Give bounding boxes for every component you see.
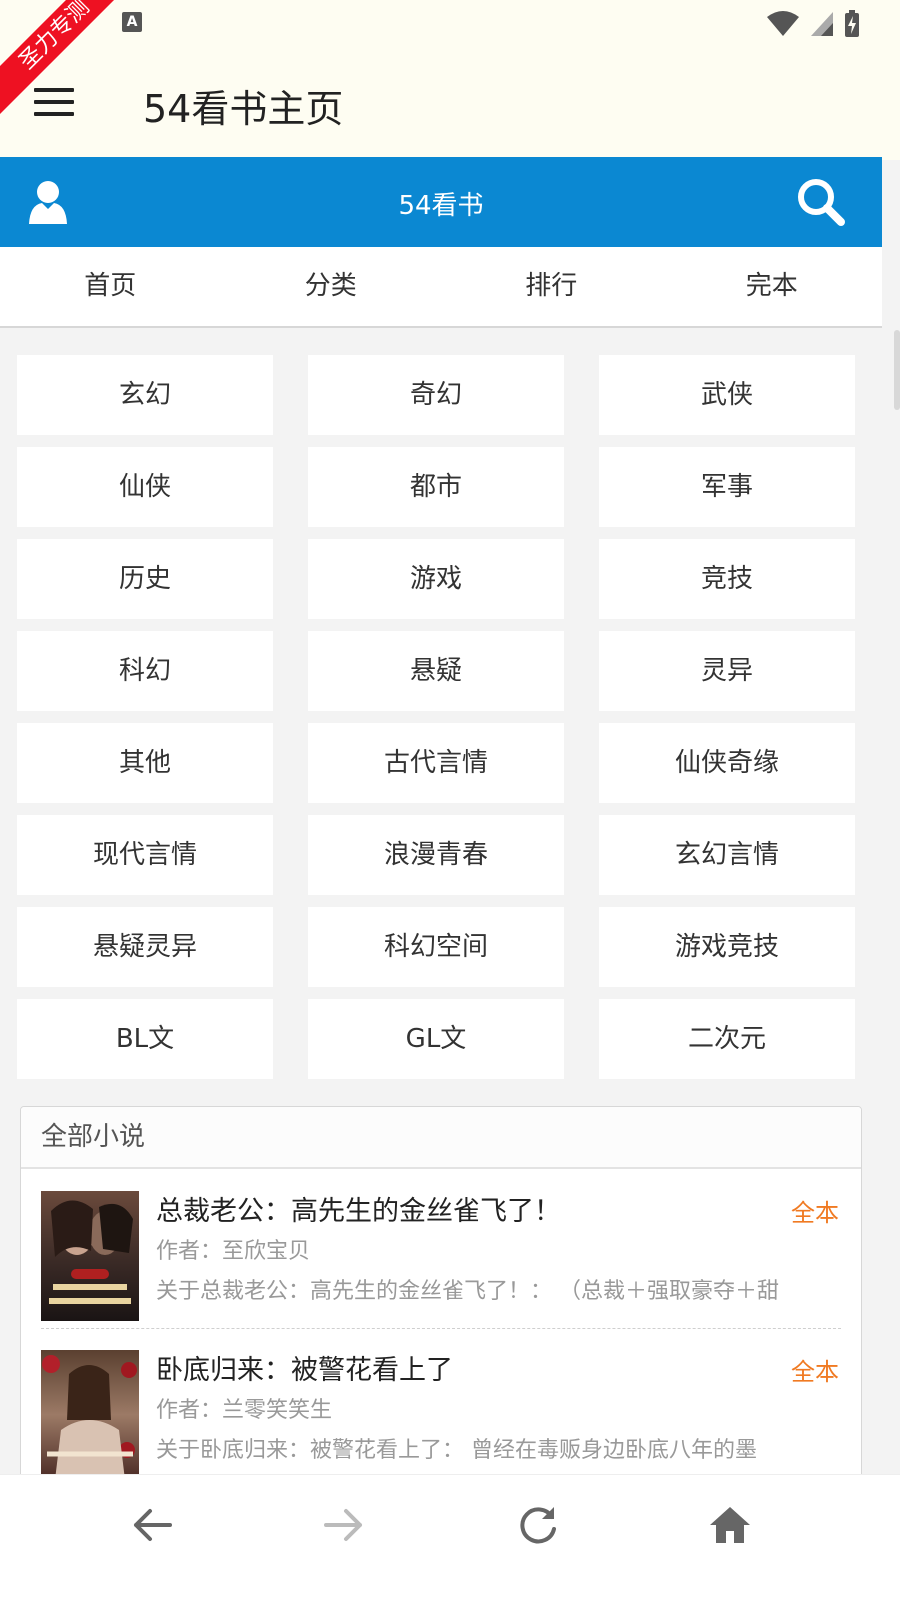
book-author: 作者：至欣宝贝 bbox=[156, 1239, 311, 1264]
category-button[interactable]: 灵异 bbox=[599, 631, 855, 711]
book-item[interactable]: 卧底归来：被警花看上了 全本 作者：兰零笑笑生 关于卧底归来：被警花看上了： 曾… bbox=[41, 1348, 841, 1488]
category-button[interactable]: 都市 bbox=[308, 447, 564, 527]
nav-item-rank[interactable]: 排行 bbox=[441, 247, 662, 326]
book-title[interactable]: 卧底归来：被警花看上了 bbox=[156, 1348, 453, 1387]
a-icon: A bbox=[122, 12, 142, 32]
category-button[interactable]: 悬疑灵异 bbox=[17, 907, 273, 987]
category-button[interactable]: 悬疑 bbox=[308, 631, 564, 711]
novel-list-panel: 全部小说 总裁老公：高先生的金丝雀飞了！ 全本 作者：至欣宝贝 关于总裁老公：高… bbox=[20, 1106, 862, 1526]
book-status-badge: 全本 bbox=[791, 1358, 839, 1386]
category-button[interactable]: 游戏竞技 bbox=[599, 907, 855, 987]
panel-title: 全部小说 bbox=[21, 1107, 861, 1169]
nav-item-category[interactable]: 分类 bbox=[221, 247, 442, 326]
app-title: 54看书主页 bbox=[143, 87, 344, 131]
back-arrow-icon[interactable] bbox=[130, 1503, 174, 1547]
book-item[interactable]: 总裁老公：高先生的金丝雀飞了！ 全本 作者：至欣宝贝 关于总裁老公：高先生的金丝… bbox=[41, 1189, 841, 1329]
book-author: 作者：兰零笑笑生 bbox=[156, 1398, 333, 1423]
category-button[interactable]: 其他 bbox=[17, 723, 273, 803]
category-button[interactable]: 玄幻 bbox=[17, 355, 273, 435]
category-button[interactable]: 仙侠 bbox=[17, 447, 273, 527]
category-button[interactable]: 武侠 bbox=[599, 355, 855, 435]
app-bar: 54看书主页 bbox=[0, 50, 900, 160]
battery-icon bbox=[845, 10, 859, 37]
category-button[interactable]: 现代言情 bbox=[17, 815, 273, 895]
category-button[interactable]: GL文 bbox=[308, 999, 564, 1079]
site-header: 54看书 bbox=[0, 157, 882, 247]
nav-item-complete[interactable]: 完本 bbox=[662, 247, 883, 326]
home-icon[interactable] bbox=[708, 1503, 752, 1547]
category-button[interactable]: BL文 bbox=[17, 999, 273, 1079]
category-button[interactable]: 奇幻 bbox=[308, 355, 564, 435]
category-button[interactable]: 二次元 bbox=[599, 999, 855, 1079]
category-button[interactable]: 竞技 bbox=[599, 539, 855, 619]
book-intro: 关于卧底归来：被警花看上了： 曾经在毒贩身边卧底八年的墨 bbox=[156, 1438, 757, 1463]
screen: 7 A 圣力专测 54看书主页 54看书 首页 分类 排行 完本 玄幻 bbox=[0, 0, 900, 1600]
menu-icon[interactable] bbox=[34, 88, 74, 118]
category-button[interactable]: 历史 bbox=[17, 539, 273, 619]
category-button[interactable]: 仙侠奇缘 bbox=[599, 723, 855, 803]
category-button[interactable]: 古代言情 bbox=[308, 723, 564, 803]
refresh-icon[interactable] bbox=[516, 1503, 560, 1547]
nav-item-home[interactable]: 首页 bbox=[0, 247, 221, 326]
bottom-toolbar bbox=[0, 1474, 900, 1600]
book-status-badge: 全本 bbox=[791, 1199, 839, 1227]
wifi-icon bbox=[767, 11, 799, 36]
status-bar: 7 A bbox=[0, 0, 900, 50]
status-icons bbox=[766, 10, 860, 38]
category-button[interactable]: 科幻空间 bbox=[308, 907, 564, 987]
signal-icon bbox=[811, 12, 833, 36]
category-button[interactable]: 浪漫青春 bbox=[308, 815, 564, 895]
book-title[interactable]: 总裁老公：高先生的金丝雀飞了！ bbox=[156, 1189, 561, 1228]
book-cover-image[interactable] bbox=[41, 1191, 139, 1321]
category-button[interactable]: 游戏 bbox=[308, 539, 564, 619]
forward-arrow-icon[interactable] bbox=[322, 1503, 366, 1547]
site-name: 54看书 bbox=[398, 191, 484, 221]
main-nav: 首页 分类 排行 完本 bbox=[0, 247, 882, 328]
category-button[interactable]: 科幻 bbox=[17, 631, 273, 711]
scrollbar[interactable] bbox=[894, 330, 900, 410]
book-intro: 关于总裁老公：高先生的金丝雀飞了！： （总裁＋强取豪夺＋甜 bbox=[156, 1279, 779, 1304]
search-icon[interactable] bbox=[796, 177, 846, 227]
book-cover-image[interactable] bbox=[41, 1350, 139, 1480]
category-button[interactable]: 军事 bbox=[599, 447, 855, 527]
category-button[interactable]: 玄幻言情 bbox=[599, 815, 855, 895]
